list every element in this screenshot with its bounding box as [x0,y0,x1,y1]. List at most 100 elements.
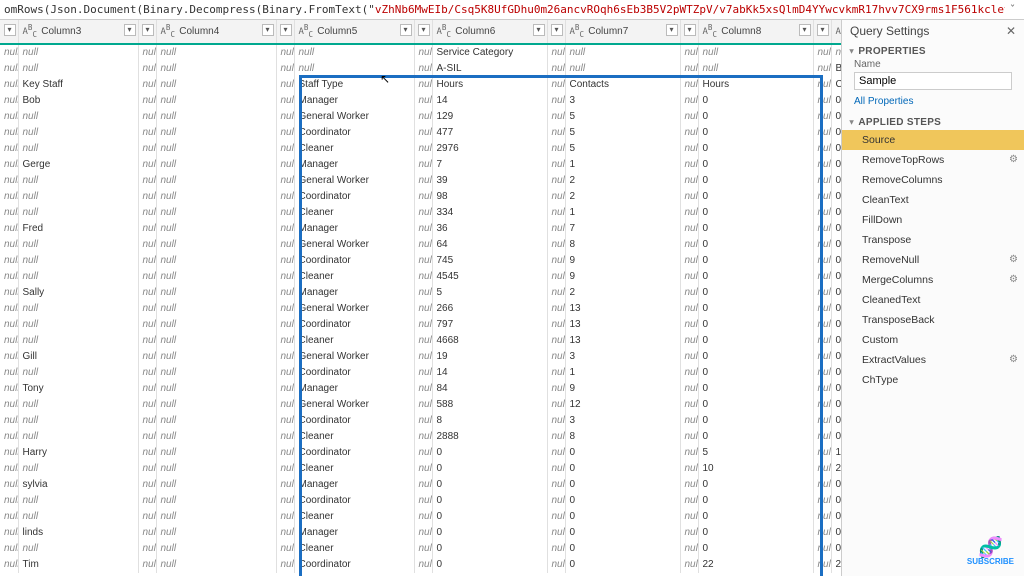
cell[interactable]: 0 [831,397,841,413]
cell[interactable]: 0 [698,157,813,173]
cell[interactable]: null [18,413,138,429]
applied-step[interactable]: FillDown [842,210,1024,230]
cell[interactable]: 0 [698,253,813,269]
formula-bar[interactable]: omRows(Json.Document(Binary.Decompress(B… [0,0,1024,20]
table-row[interactable]: nullnullnullnullnullCleanernull2888null8… [0,429,841,445]
column-header[interactable]: ABC Column8▾ [698,20,813,44]
cell[interactable]: 8 [565,429,680,445]
cell[interactable]: null [156,173,276,189]
cell[interactable]: null [156,333,276,349]
cell[interactable]: Manager [294,525,414,541]
cell[interactable]: 12 [565,397,680,413]
table-row[interactable]: nullKey StaffnullnullnullStaff TypenullH… [0,77,841,93]
cell[interactable]: 0 [831,317,841,333]
cell[interactable]: 0 [831,349,841,365]
cell[interactable]: null [156,157,276,173]
cell[interactable]: Manager [294,285,414,301]
cell[interactable]: 2 [565,173,680,189]
cell[interactable]: 0 [698,333,813,349]
cell[interactable]: null [18,141,138,157]
table-row[interactable]: nullnullnullnullnullGeneral Workernull12… [0,109,841,125]
cell[interactable]: null [156,301,276,317]
cell[interactable]: Cleaner [294,509,414,525]
cell[interactable]: Service Category [432,44,547,61]
column-header[interactable]: ABC Column3▾ [18,20,138,44]
cell[interactable]: Bob [18,93,138,109]
cell[interactable]: null [156,381,276,397]
cell[interactable]: Coordinator [294,365,414,381]
cell[interactable]: Coordinator [294,413,414,429]
query-name-input[interactable] [854,72,1012,90]
cell[interactable]: B-SIL [831,61,841,77]
cell[interactable]: null [156,141,276,157]
cell[interactable]: 0 [831,157,841,173]
cell[interactable]: 0 [698,509,813,525]
cell[interactable]: 0 [698,173,813,189]
applied-step[interactable]: TransposeBack [842,310,1024,330]
cell[interactable]: 5 [698,445,813,461]
cell[interactable]: Staff Type [294,77,414,93]
applied-step[interactable]: Custom [842,330,1024,350]
cell[interactable]: 0 [698,205,813,221]
cell[interactable]: null [156,557,276,573]
cell[interactable]: 13 [565,333,680,349]
cell[interactable]: Cleaner [294,269,414,285]
table-row[interactable]: nullnullnullnullnullGeneral Workernull64… [0,237,841,253]
cell[interactable]: null [156,77,276,93]
cell[interactable]: 0 [831,285,841,301]
cell[interactable]: 3 [565,349,680,365]
cell[interactable]: 10 [698,461,813,477]
column-type-dropdown[interactable]: ▾ [0,20,18,44]
cell[interactable]: 0 [831,333,841,349]
table-row[interactable]: nullGergenullnullnullManagernull7null1nu… [0,157,841,173]
table-row[interactable]: nullnullnullnullnullCoordinatornull745nu… [0,253,841,269]
applied-step[interactable]: MergeColumns⚙ [842,270,1024,290]
cell[interactable]: 5 [565,109,680,125]
cell[interactable]: 0 [698,413,813,429]
cell[interactable]: 7 [565,221,680,237]
cell[interactable]: null [156,109,276,125]
cell[interactable]: null [18,269,138,285]
column-type-dropdown[interactable]: ▾ [414,20,432,44]
cell[interactable]: null [18,301,138,317]
cell[interactable]: Manager [294,157,414,173]
cell[interactable]: Manager [294,477,414,493]
table-row[interactable]: nullGillnullnullnullGeneral Workernull19… [0,349,841,365]
cell[interactable]: 0 [698,189,813,205]
properties-section[interactable]: PROPERTIES [842,42,1024,59]
cell[interactable]: 0 [831,237,841,253]
data-grid[interactable]: ▾ABC Column3▾▾ABC Column4▾▾ABC Column5▾▾… [0,20,841,576]
cell[interactable]: 9 [565,381,680,397]
cell[interactable]: 0 [698,493,813,509]
table-row[interactable]: nullnullnullnullnullCoordinatornull0null… [0,493,841,509]
cell[interactable]: 1 [831,445,841,461]
cell[interactable]: 129 [432,109,547,125]
cell[interactable]: Coordinator [294,317,414,333]
applied-step[interactable]: RemoveColumns [842,170,1024,190]
cell[interactable]: 0 [698,349,813,365]
cell[interactable]: 2976 [432,141,547,157]
table-row[interactable]: nullnullnullnullnullnullnullService Cate… [0,44,841,61]
cell[interactable]: null [18,397,138,413]
cell[interactable]: Cleaner [294,333,414,349]
cell[interactable]: 0 [831,125,841,141]
cell[interactable]: null [18,541,138,557]
cell[interactable]: Cleaner [294,461,414,477]
cell[interactable]: Coordinator [294,493,414,509]
cell[interactable]: 0 [831,189,841,205]
table-row[interactable]: nullnullnullnullnullCleanernull0null0nul… [0,509,841,525]
cell[interactable]: 0 [831,253,841,269]
cell[interactable]: null [294,61,414,77]
cell[interactable]: null [156,93,276,109]
cell[interactable]: null [18,173,138,189]
cell[interactable]: Coordinator [294,445,414,461]
cell[interactable]: 13 [565,317,680,333]
cell[interactable]: null [156,397,276,413]
cell[interactable]: 334 [432,205,547,221]
cell[interactable]: null [156,477,276,493]
cell[interactable]: null [565,44,680,61]
cell[interactable]: 0 [698,381,813,397]
cell[interactable]: General Worker [294,237,414,253]
cell[interactable]: null [18,205,138,221]
cell[interactable]: 266 [432,301,547,317]
